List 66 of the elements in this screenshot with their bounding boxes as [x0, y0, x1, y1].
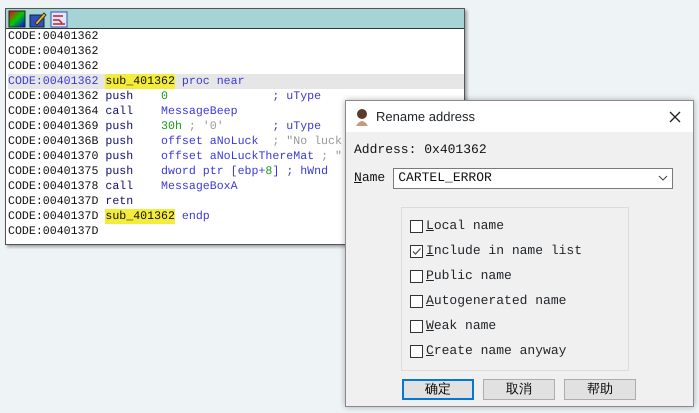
address-text: CODE:00401370 [8, 149, 100, 164]
comment-text: ; uType [272, 89, 322, 104]
comment-text: ; uType [272, 119, 322, 134]
operand-text: MessageBeep [161, 104, 238, 119]
option-label[interactable]: Weak name [426, 316, 496, 336]
option-label[interactable]: Autogenerated name [426, 291, 566, 311]
operand-text: dword ptr [ebp+ [161, 164, 266, 179]
caret-icon [658, 175, 668, 181]
checkbox[interactable] [410, 320, 423, 332]
directive-text: endp [182, 209, 210, 224]
name-combobox[interactable]: CARTEL_ERROR [393, 168, 673, 188]
comment-text: ; "No luck [272, 134, 342, 149]
dialog-button[interactable]: 帮助 [564, 378, 636, 400]
operand-text: 30h [161, 119, 182, 134]
mnemonic-text: push [105, 149, 134, 164]
mnemonic-text: push [105, 89, 134, 104]
operand-text: offset aNoLuckThereMat [161, 149, 314, 164]
mnemonic-text: push [105, 134, 134, 149]
function-label: sub_401362 [105, 74, 175, 89]
address-text: CODE:00401362 [8, 44, 100, 59]
operand-text: 0 [161, 89, 168, 104]
checkbox[interactable] [410, 220, 423, 232]
checkbox[interactable] [410, 294, 423, 308]
operand-text: 8 [265, 164, 272, 179]
operand-text: offset aNoLuck [161, 134, 258, 149]
address-text: CODE:00401362 [8, 89, 100, 104]
checkbox[interactable] [410, 344, 423, 358]
dialog-title: Rename address [376, 108, 476, 126]
address-text: CODE:00401375 [8, 164, 100, 179]
operand-text: ] [272, 164, 280, 179]
name-label: Name [354, 169, 386, 188]
pencil-icon[interactable] [29, 10, 47, 28]
dialog-button[interactable]: 取消 [483, 378, 555, 400]
operand-text: ; '0' [188, 119, 224, 134]
address-text: CODE:00401369 [8, 119, 100, 134]
comment-text: ; hWnd [286, 164, 328, 179]
address-text: CODE:00401378 [8, 179, 100, 194]
close-icon [669, 110, 681, 122]
comment-text: ; " [321, 149, 342, 164]
option-label[interactable]: Public name [426, 266, 512, 286]
mnemonic-text: call [105, 179, 134, 194]
checkbox[interactable] [410, 244, 423, 258]
option-label[interactable]: Create name anyway [426, 341, 566, 361]
address-label: Address: 0x401362 [354, 141, 488, 159]
address-text: CODE:00401362 [8, 74, 100, 89]
avatar-icon [354, 108, 370, 126]
mnemonic-text: call [105, 104, 134, 119]
operand-text: MessageBoxA [161, 179, 238, 194]
option-label[interactable]: Include in name list [426, 241, 582, 261]
address-text: CODE:00401362 [8, 29, 100, 44]
option-label[interactable]: Local name [426, 216, 504, 236]
directive-text: proc near [182, 74, 245, 89]
address-text: CODE:0040136B [8, 134, 100, 149]
mnemonic-text: retn [105, 194, 134, 209]
address-text: CODE:00401362 [8, 59, 100, 74]
checkbox[interactable] [410, 270, 423, 282]
address-text: CODE:0040137D [8, 224, 100, 239]
mnemonic-text: push [105, 164, 134, 179]
dialog-button[interactable]: 确定 [402, 378, 474, 400]
address-text: CODE:0040137D [8, 194, 100, 209]
colors-icon[interactable] [8, 10, 26, 28]
graph-icon[interactable] [50, 10, 68, 28]
function-label: sub_401362 [105, 209, 175, 224]
mnemonic-text: push [105, 119, 134, 134]
address-text: CODE:0040137D [8, 209, 100, 224]
address-text: CODE:00401364 [8, 104, 100, 119]
